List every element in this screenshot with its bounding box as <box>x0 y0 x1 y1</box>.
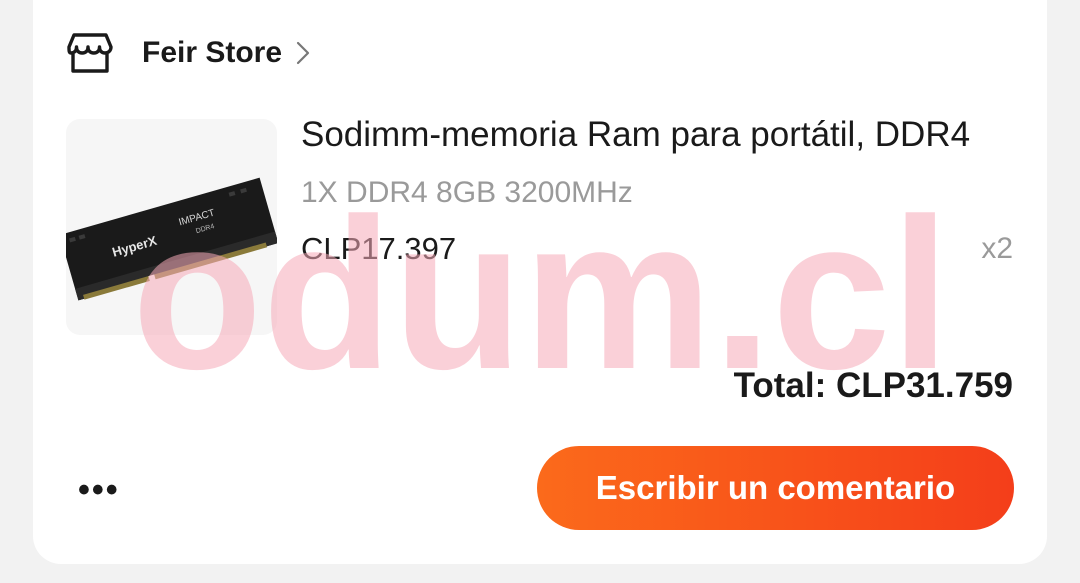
store-icon <box>67 33 113 73</box>
product-variant: 1X DDR4 8GB 3200MHz <box>301 176 633 209</box>
ram-module-image: HyperX IMPACT DDR4 <box>66 177 277 301</box>
product-price: CLP17.397 <box>301 231 457 266</box>
write-review-button[interactable]: Escribir un comentario <box>537 446 1014 530</box>
store-row[interactable]: Feir Store <box>66 28 312 78</box>
product-title[interactable]: Sodimm-memoria Ram para portátil, DDR4 <box>301 115 1016 155</box>
store-name[interactable]: Feir Store <box>142 36 282 70</box>
order-total: Total: CLP31.759 <box>733 366 1013 405</box>
chevron-right-icon <box>296 41 310 65</box>
more-options-button[interactable]: ••• <box>78 470 128 510</box>
product-image[interactable]: HyperX IMPACT DDR4 <box>66 119 277 335</box>
product-quantity: x2 <box>981 232 1013 265</box>
